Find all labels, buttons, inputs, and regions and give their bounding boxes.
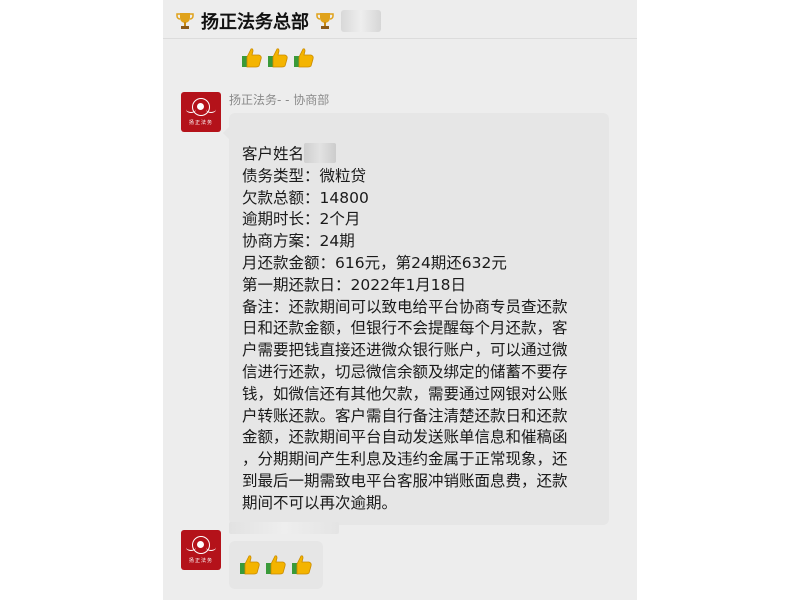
sender-avatar[interactable]: 扬正法务 <box>181 530 221 570</box>
chat-window: 扬正法务总部 扬正法务 扬正法务- - 协商部 客户姓名 债务类型：微粒贷 欠款… <box>163 0 637 600</box>
message-line: 欠款总额：14800 <box>242 188 369 207</box>
trophy-icon <box>315 11 335 31</box>
thumbs-up-icon <box>267 47 289 69</box>
message-line: 协商方案：24期 <box>242 232 355 251</box>
message-line: 客户姓名 <box>242 143 597 166</box>
chat-header: 扬正法务总部 <box>163 0 637 39</box>
chat-title: 扬正法务总部 <box>201 12 309 33</box>
message-line: 第一期还款日：2022年1月18日 <box>242 275 467 294</box>
trophy-icon <box>175 11 195 31</box>
message-line: 金额，还款期间平台自动发送账单信息和催稿函 <box>242 428 568 447</box>
message-line: ，分期期间产生利息及违约金属于正常现象，还 <box>242 450 568 469</box>
message-bubble[interactable] <box>229 541 323 589</box>
message-line: 钱，如微信还有其他欠款，需要通过网银对公账 <box>242 384 568 403</box>
thumbs-up-icon <box>239 554 261 576</box>
avatar-label: 扬正法务 <box>188 558 213 564</box>
redacted-name <box>304 143 337 163</box>
sender-avatar[interactable]: 扬正法务 <box>181 92 221 132</box>
message-line: 月还款金额：616元，第24期还632元 <box>242 253 507 272</box>
chat-title-group[interactable]: 扬正法务总部 <box>175 8 381 34</box>
sender-name: 扬正法务- - 协商部 <box>229 93 330 107</box>
message-line: 信进行还款，切忌微信余额及绑定的储蓄不要存 <box>242 362 568 381</box>
avatar-wing-right <box>206 106 216 113</box>
message-bubble[interactable]: 客户姓名 债务类型：微粒贷 欠款总额：14800 逾期时长：2个月 协商方案：2… <box>223 113 609 525</box>
message-line: 期间不可以再次逾期。 <box>242 493 398 512</box>
message-line: 日和还款金额，但银行不会提醒每个月还款，客 <box>242 319 568 338</box>
thumbs-up-icon <box>241 47 263 69</box>
message-line: 逾期时长：2个月 <box>242 210 361 229</box>
previous-message-emoji[interactable] <box>241 47 315 69</box>
emoji-row <box>239 554 313 576</box>
avatar-label: 扬正法务 <box>188 120 213 126</box>
redacted-member-count <box>341 10 381 32</box>
message-line: 户转账还款。客户需自行备注清楚还款日和还款 <box>242 406 568 425</box>
message-line: 备注：还款期间可以致电给平台协商专员查还款 <box>242 297 568 316</box>
thumbs-up-icon <box>265 554 287 576</box>
redacted-sender-name <box>229 522 339 534</box>
avatar-wing-right <box>206 544 216 551</box>
thumbs-up-icon <box>291 554 313 576</box>
message-line: 到最后一期需致电平台客服冲销账面息费，还款 <box>242 471 568 490</box>
thumbs-up-icon <box>293 47 315 69</box>
message-line: 户需要把钱直接还进微众银行账户，可以通过微 <box>242 341 568 360</box>
message-line: 债务类型：微粒贷 <box>242 166 367 185</box>
